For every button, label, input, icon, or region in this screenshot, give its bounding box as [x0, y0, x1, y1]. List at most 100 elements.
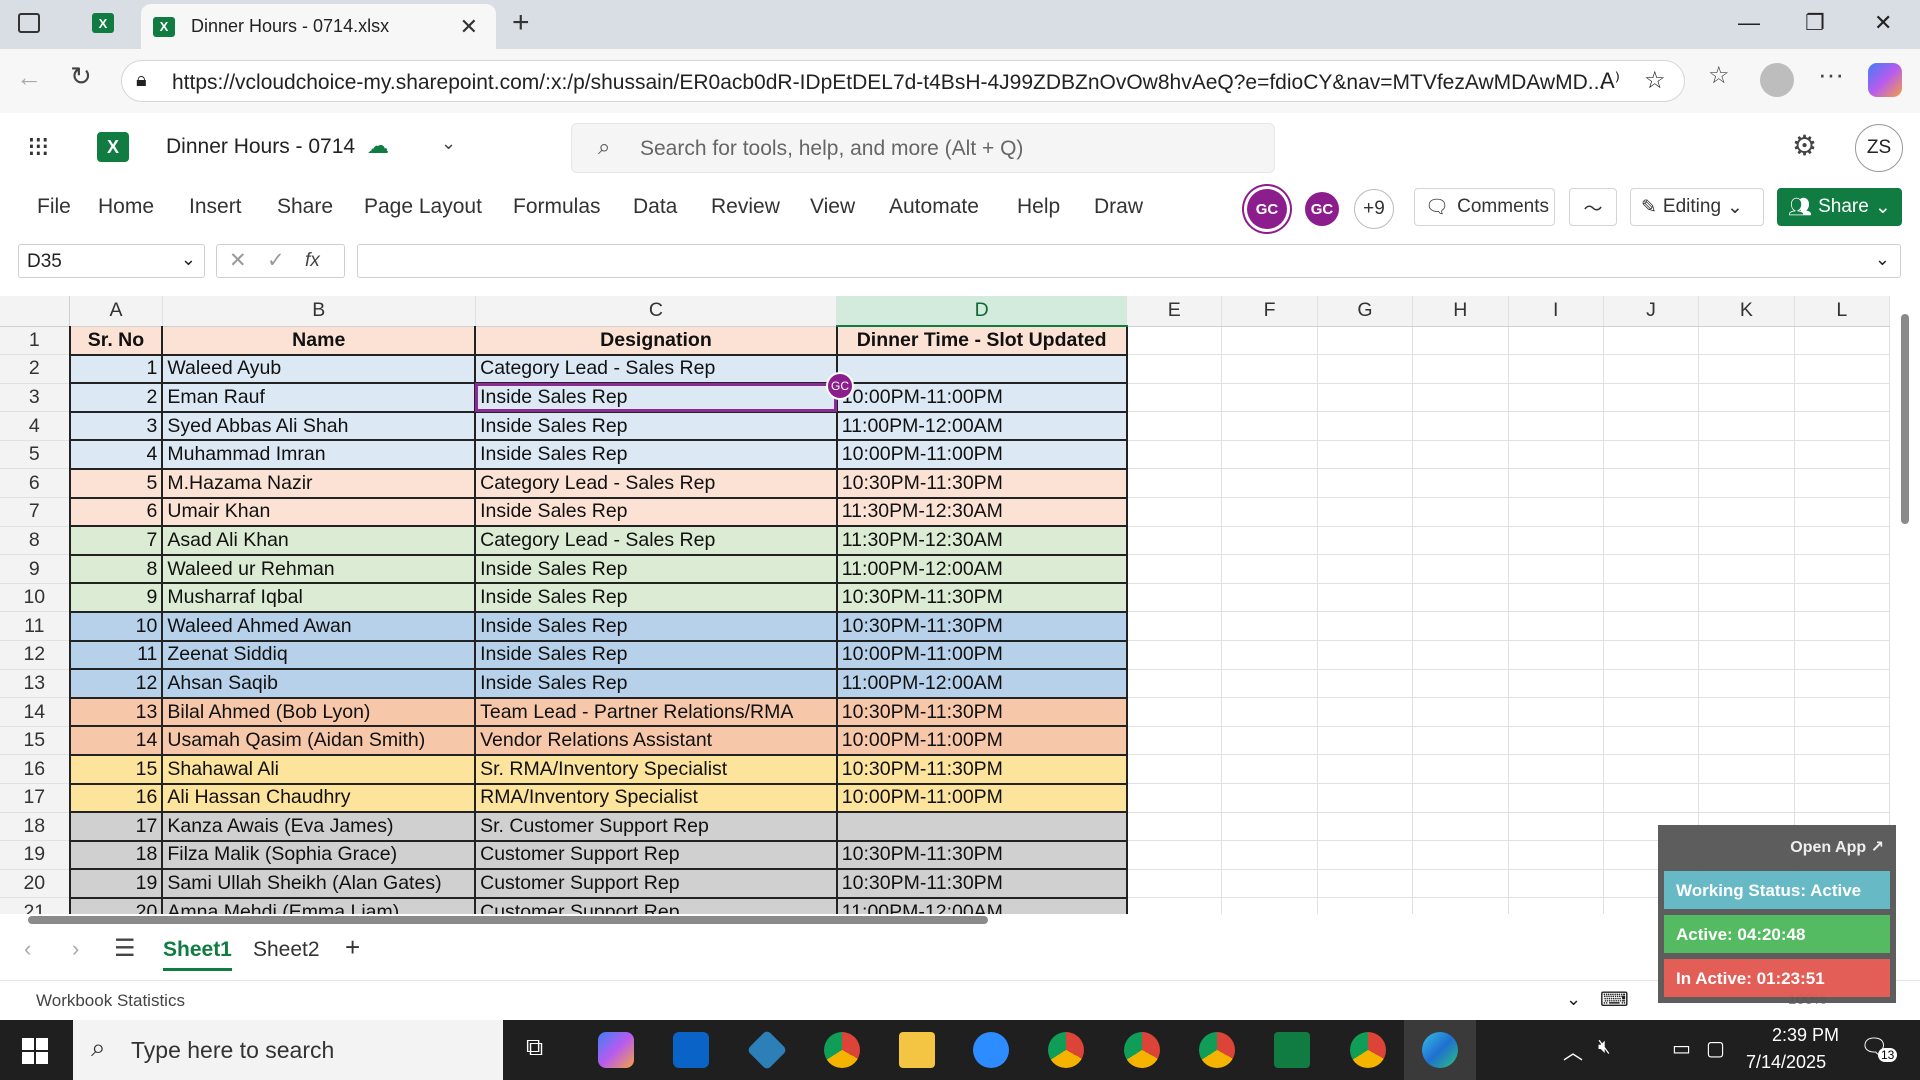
empty-cell[interactable] [1412, 669, 1509, 699]
active-browser-tab[interactable]: X Dinner Hours - 0714.xlsx ✕ [141, 4, 496, 49]
empty-cell[interactable] [1698, 669, 1795, 699]
spreadsheet-grid[interactable]: A B C D E F G H I J K L 1 Sr. No Name Designation Dinner… [0, 296, 1890, 914]
empty-cell[interactable] [1412, 468, 1509, 499]
saved-cloud-icon[interactable]: ☁︎ [367, 133, 389, 159]
empty-cell[interactable] [1221, 468, 1318, 499]
horizontal-scroll-thumb[interactable] [28, 916, 988, 924]
empty-cell[interactable] [1794, 468, 1890, 499]
cell-designation[interactable]: Team Lead - Partner Relations/RMA [475, 697, 838, 728]
empty-cell[interactable] [1698, 440, 1795, 470]
tab-home[interactable]: Home [98, 195, 154, 219]
row-header[interactable]: 2 [0, 354, 71, 384]
tab-file[interactable]: File [37, 195, 71, 219]
prev-sheet-icon[interactable]: ‹ [24, 936, 31, 962]
empty-cell[interactable] [1317, 554, 1414, 584]
cell-time[interactable]: 10:30PM-11:30PM [836, 611, 1128, 642]
empty-cell[interactable] [1317, 326, 1414, 356]
empty-cell[interactable] [1221, 440, 1318, 470]
cell-name[interactable]: Filza Malik (Sophia Grace) [162, 840, 477, 871]
cell-name[interactable]: Bilal Ahmed (Bob Lyon) [162, 697, 477, 728]
row-header[interactable]: 8 [0, 526, 71, 556]
chevron-down-icon[interactable]: ⌄ [1566, 989, 1581, 1010]
select-all-corner[interactable] [0, 296, 71, 327]
empty-cell[interactable] [1126, 754, 1223, 784]
cell-no[interactable]: 4 [68, 440, 164, 470]
tab-view[interactable]: View [810, 195, 855, 219]
favorite-star-icon[interactable]: ☆ [1644, 66, 1666, 95]
empty-cell[interactable] [1317, 583, 1414, 613]
empty-cell[interactable] [1603, 554, 1700, 584]
formula-input[interactable]: ⌄ [357, 244, 1901, 278]
empty-cell[interactable] [1126, 468, 1223, 499]
document-title[interactable]: Dinner Hours - 0714 [166, 135, 355, 159]
empty-cell[interactable] [1221, 583, 1318, 613]
cell-time[interactable]: 11:30PM-12:30AM [836, 497, 1128, 528]
minimize-window-button[interactable]: — [1738, 10, 1760, 36]
column-header[interactable]: L [1794, 296, 1890, 327]
settings-gear-icon[interactable]: ⚙︎ [1792, 129, 1817, 162]
cell-designation[interactable]: Category Lead - Sales Rep [475, 526, 838, 556]
empty-cell[interactable] [1317, 754, 1414, 784]
row-header[interactable]: 19 [0, 840, 71, 870]
cell-no[interactable]: 5 [68, 468, 164, 499]
empty-cell[interactable] [1698, 497, 1795, 527]
speaker-muted-icon[interactable]: 🔇︎ [1598, 1036, 1611, 1059]
empty-cell[interactable] [1794, 640, 1890, 670]
empty-cell[interactable] [1698, 411, 1795, 441]
empty-cell[interactable] [1603, 468, 1700, 499]
cell-name[interactable]: Musharraf Iqbal [162, 583, 477, 613]
empty-cell[interactable] [1794, 383, 1890, 413]
empty-cell[interactable] [1508, 754, 1604, 784]
empty-cell[interactable] [1794, 583, 1890, 613]
empty-cell[interactable] [1126, 812, 1223, 842]
cell-name[interactable]: Waleed ur Rehman [162, 554, 477, 585]
empty-cell[interactable] [1508, 354, 1604, 384]
empty-cell[interactable] [1698, 583, 1795, 613]
column-header[interactable]: G [1317, 296, 1414, 327]
close-window-button[interactable]: ✕ [1874, 10, 1892, 36]
empty-cell[interactable] [1317, 812, 1414, 842]
empty-cell[interactable] [1412, 497, 1509, 527]
empty-cell[interactable] [1508, 383, 1604, 413]
collaborator-avatar[interactable]: GC [1247, 189, 1287, 229]
network-icon[interactable]: ▢ [1706, 1036, 1725, 1061]
empty-cell[interactable] [1126, 669, 1223, 699]
empty-cell[interactable] [1126, 411, 1223, 441]
empty-cell[interactable] [1412, 326, 1509, 356]
row-header[interactable]: 13 [0, 669, 71, 699]
cell-time[interactable]: 11:00PM-12:00AM [836, 411, 1128, 442]
clock-time[interactable]: 2:39 PM [1772, 1025, 1839, 1046]
empty-cell[interactable] [1603, 697, 1700, 727]
cell-no[interactable]: 11 [68, 640, 164, 671]
row-header[interactable]: 9 [0, 554, 71, 584]
empty-cell[interactable] [1412, 754, 1509, 784]
empty-cell[interactable] [1412, 783, 1509, 813]
empty-cell[interactable] [1221, 526, 1318, 556]
cancel-icon[interactable]: ✕ [229, 248, 247, 273]
empty-cell[interactable] [1508, 726, 1604, 756]
cell-no[interactable]: 18 [68, 840, 164, 871]
empty-cell[interactable] [1412, 812, 1509, 842]
row-header[interactable]: 7 [0, 497, 71, 527]
user-avatar[interactable]: ZS [1855, 124, 1903, 172]
empty-cell[interactable] [1126, 326, 1223, 356]
excel-logo[interactable]: X [97, 132, 129, 162]
column-header[interactable]: E [1126, 296, 1223, 327]
empty-cell[interactable] [1794, 526, 1890, 556]
empty-cell[interactable] [1221, 411, 1318, 441]
read-aloud-icon[interactable]: A⁾ [1600, 68, 1620, 94]
empty-cell[interactable] [1412, 383, 1509, 413]
empty-cell[interactable] [1794, 440, 1890, 470]
empty-cell[interactable] [1412, 411, 1509, 441]
cell-no[interactable]: 6 [68, 497, 164, 528]
empty-cell[interactable] [1221, 640, 1318, 670]
show-hidden-icons[interactable]: ︿ [1563, 1036, 1583, 1065]
empty-cell[interactable] [1698, 697, 1795, 727]
cell-time[interactable]: 10:00PM-11:00PM [836, 640, 1128, 671]
column-header[interactable]: B [162, 296, 476, 327]
empty-cell[interactable] [1221, 812, 1318, 842]
empty-cell[interactable] [1126, 640, 1223, 670]
empty-cell[interactable] [1317, 497, 1414, 527]
cell-no[interactable]: 15 [68, 754, 164, 785]
empty-cell[interactable] [1412, 640, 1509, 670]
